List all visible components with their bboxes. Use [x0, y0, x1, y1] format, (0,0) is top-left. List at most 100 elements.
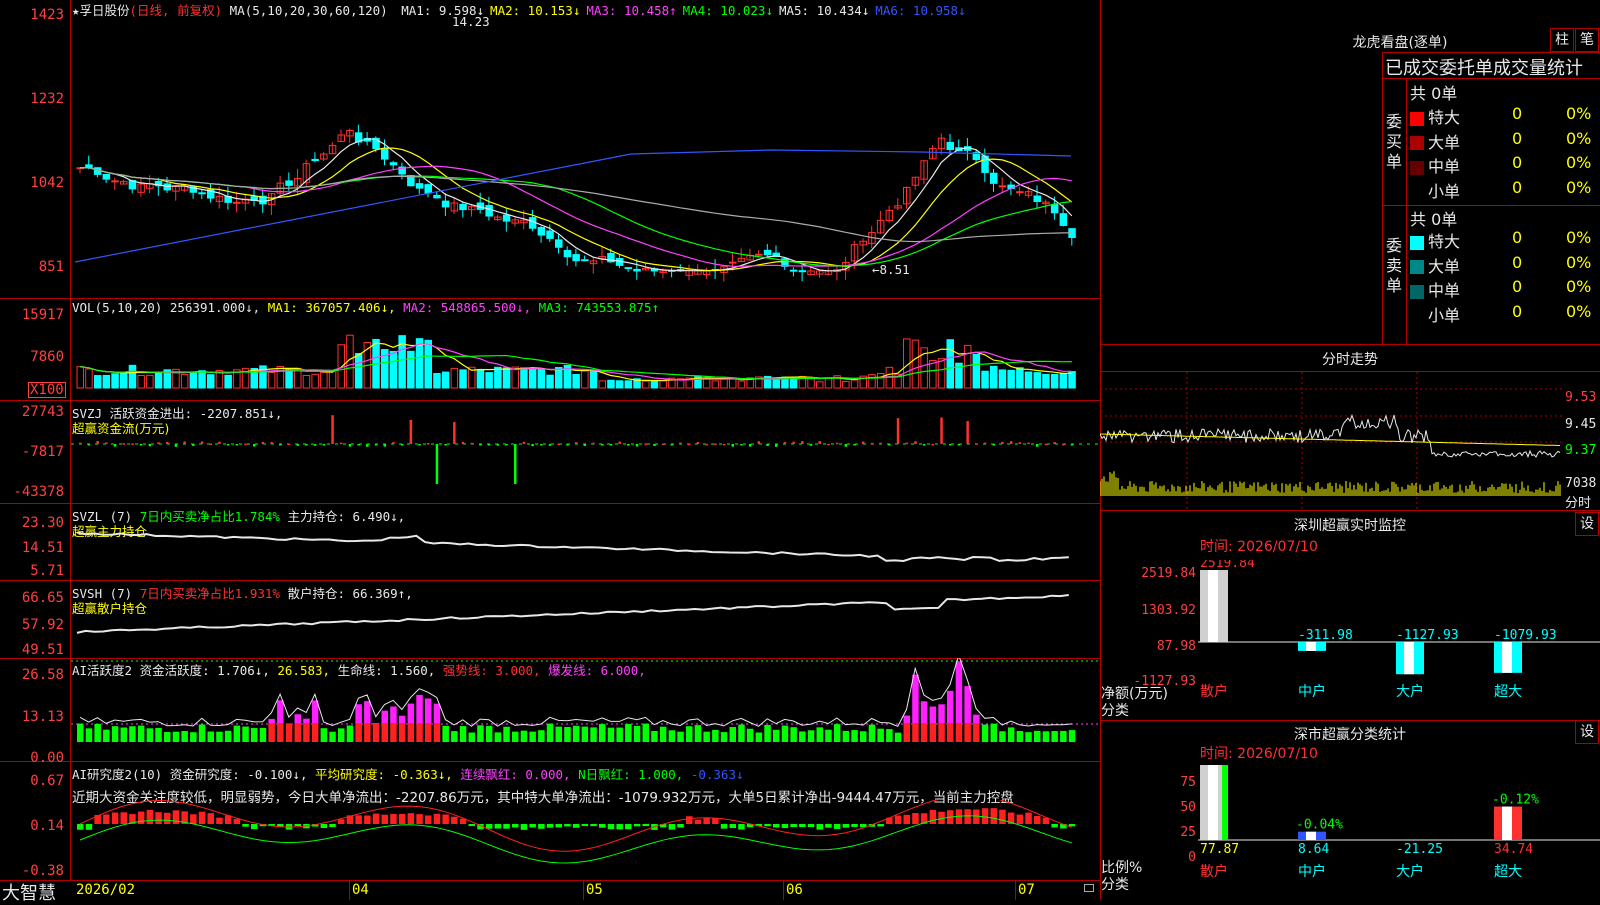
ai2-bar — [155, 812, 162, 824]
ai1-bar — [703, 732, 710, 742]
intraday-svg[interactable] — [1100, 372, 1562, 510]
svzj-bar — [210, 444, 213, 446]
column-button[interactable]: 柱 — [1550, 28, 1574, 52]
ai2-bar — [703, 818, 710, 824]
ai1-bar — [329, 732, 336, 742]
svzj-bar — [166, 442, 169, 444]
svzj-bar — [1010, 441, 1013, 444]
buy-pct: 0% — [1566, 104, 1591, 123]
ai2-bar — [643, 824, 650, 826]
candle-body — [799, 271, 806, 272]
intraday-tick-4: 分时 — [1565, 492, 1591, 511]
svzj-bar — [653, 444, 656, 446]
sell-row: 特大00% — [1410, 228, 1600, 252]
ai2-bar — [77, 824, 84, 830]
ai2-bar — [147, 810, 154, 824]
ai1-bar-base — [912, 723, 919, 742]
ai1-bar — [730, 727, 737, 742]
ai2-bar — [790, 824, 797, 827]
ai1-bar — [503, 727, 510, 742]
svzj-bar — [636, 444, 639, 447]
svzj-bar — [497, 444, 500, 446]
y-tick-ai2-1: 0.14 — [0, 818, 64, 834]
svzj-bar — [819, 441, 822, 444]
ai1-bar-hot — [930, 707, 937, 724]
buy-pct: 0% — [1566, 178, 1591, 197]
kline-svg — [71, 14, 1099, 298]
ai1-bar — [199, 725, 206, 742]
sell-count: 0 — [1512, 277, 1522, 296]
sell-name: 特大 — [1428, 232, 1460, 251]
ai1-bar — [164, 732, 171, 742]
candle-body — [947, 142, 954, 149]
intraday-title: 分时走势 — [1100, 349, 1600, 369]
svzj-bar — [914, 441, 917, 444]
sz-bar-shine — [1502, 642, 1512, 673]
ai2-bar — [495, 824, 502, 829]
volume-bar — [1060, 374, 1067, 388]
date-3: 06 — [786, 882, 803, 898]
vol-value: 256391.000↓, — [170, 300, 260, 315]
sz-bar-group: -1127.93大户 — [1396, 628, 1459, 700]
dragon-title: 龙虎看盘(逐单) — [1250, 32, 1550, 52]
sz-settings-button[interactable]: 设 — [1575, 512, 1599, 536]
y-tick-vol-0: 15917 — [0, 307, 64, 323]
ai1-bar — [712, 730, 719, 742]
sc-category-label: 散户 — [1200, 863, 1228, 880]
sc-title: 深市超赢分类统计 — [1100, 724, 1600, 744]
ai2-bar — [329, 824, 336, 827]
ai1-bar — [764, 725, 771, 742]
candle-body — [390, 163, 397, 165]
candle-body — [756, 254, 763, 255]
svzj-bar — [149, 444, 152, 446]
ai2-bar — [843, 824, 850, 828]
volume-bar — [738, 381, 745, 388]
intraday-tick-1: 9.45 — [1565, 417, 1596, 432]
svzj-bar — [749, 444, 752, 447]
ai1-bar — [1043, 731, 1050, 742]
sell-row: 中单00% — [1410, 277, 1600, 301]
svzj-bar — [262, 442, 265, 444]
svzj-bar — [279, 444, 282, 446]
sc-bar-group: +0.28%77.87散户 — [1198, 765, 1245, 880]
svzj-bar — [940, 417, 943, 444]
volume-bar — [730, 379, 737, 388]
ai1-bar — [869, 725, 876, 742]
svzj-bar — [175, 444, 178, 447]
pen-button[interactable]: 笔 — [1575, 28, 1599, 52]
ai2-bar — [982, 808, 989, 824]
volume-bar — [77, 367, 84, 388]
ai1-bar-hot — [947, 691, 954, 724]
ai2-bar — [190, 814, 197, 824]
ai1-bar — [147, 728, 154, 742]
volume-bar — [843, 381, 850, 388]
ai2-bar — [469, 824, 476, 826]
ai1-bar — [260, 728, 267, 742]
ai2-bar — [451, 817, 458, 824]
ai1-bar — [695, 725, 702, 742]
y-tick-svzl-2: 5.71 — [0, 563, 64, 579]
candle-body — [382, 149, 389, 159]
ai2-bar — [808, 824, 815, 827]
volume-bar — [599, 381, 606, 388]
svzj-bar — [784, 442, 787, 444]
ai1-bar — [877, 729, 884, 742]
y-tick-ai1-1: 13.13 — [0, 709, 64, 725]
lock-icon[interactable] — [1084, 884, 1094, 892]
ai2-bar — [121, 812, 128, 824]
ai2-bar — [425, 815, 432, 824]
ai2-bar — [355, 815, 362, 824]
ai1-bar — [851, 730, 858, 742]
ai1-bar — [138, 726, 145, 742]
sz-category-label: 散户 — [1200, 683, 1228, 700]
sell-pct: 0% — [1566, 277, 1591, 296]
volume-bar — [1008, 370, 1015, 388]
svzj-bar — [836, 443, 839, 445]
svzj-bar — [871, 443, 874, 445]
svzj-bar — [114, 444, 117, 447]
ai1-bar — [616, 728, 623, 742]
sc-settings-button[interactable]: 设 — [1575, 720, 1599, 744]
svzj-bar — [732, 444, 735, 447]
buy-total: 共 0单 — [1410, 80, 1457, 104]
candle-body — [486, 206, 493, 216]
